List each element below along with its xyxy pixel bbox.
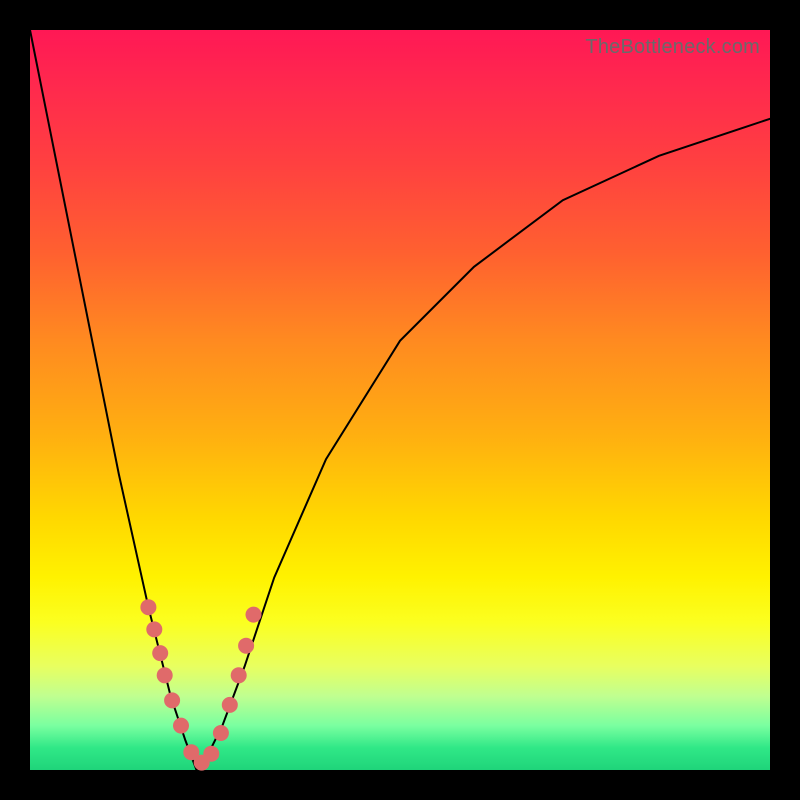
marker-point: [246, 607, 262, 623]
marker-point: [140, 599, 156, 615]
marker-point: [231, 667, 247, 683]
marker-point: [146, 621, 162, 637]
marker-point: [213, 725, 229, 741]
marker-point: [157, 667, 173, 683]
highlight-markers: [140, 599, 261, 770]
marker-point: [164, 692, 180, 708]
marker-point: [203, 746, 219, 762]
marker-point: [222, 697, 238, 713]
chart-frame: TheBottleneck.com: [0, 0, 800, 800]
curve-svg: [30, 30, 770, 770]
plot-area: TheBottleneck.com: [30, 30, 770, 770]
marker-point: [152, 645, 168, 661]
bottleneck-curve: [30, 30, 770, 770]
marker-point: [238, 638, 254, 654]
marker-point: [173, 718, 189, 734]
